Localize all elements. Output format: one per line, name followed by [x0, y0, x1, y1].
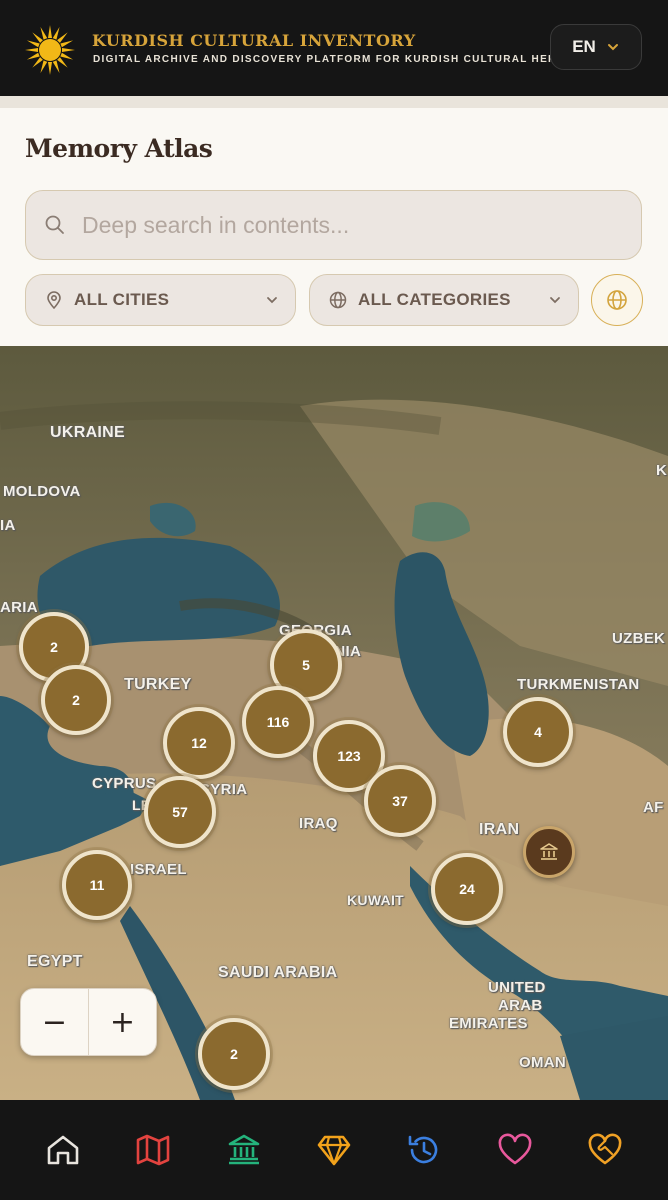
nav-home[interactable]: [37, 1124, 89, 1176]
sun-logo-icon[interactable]: [24, 24, 76, 76]
globe-icon: [329, 291, 347, 309]
chevron-down-icon: [267, 297, 277, 304]
country-label: ARIA: [0, 599, 38, 616]
nav-treasures[interactable]: [308, 1124, 360, 1176]
country-label: UKRAINE: [50, 424, 125, 441]
country-label: MOLDOVA: [3, 483, 81, 500]
country-label: EMIRATES: [449, 1015, 528, 1032]
country-label: EGYPT: [27, 953, 83, 970]
language-label: EN: [572, 37, 596, 56]
heritage-site-marker[interactable]: [523, 826, 575, 878]
country-label: IA: [0, 517, 16, 534]
header-divider: [0, 96, 668, 108]
map-cluster[interactable]: 11: [62, 850, 132, 920]
map-cluster[interactable]: 2: [198, 1018, 270, 1090]
nav-history[interactable]: [398, 1124, 450, 1176]
language-selector[interactable]: EN: [550, 24, 642, 70]
history-icon: [408, 1135, 438, 1164]
zoom-control: − +: [20, 988, 157, 1056]
nav-favorites[interactable]: [489, 1124, 541, 1176]
museum-icon: [228, 1134, 260, 1165]
country-label: OMAN: [519, 1054, 567, 1071]
search-input[interactable]: [82, 211, 622, 239]
map-cluster[interactable]: 24: [431, 853, 503, 925]
country-label: IRAQ: [299, 815, 338, 832]
nav-support[interactable]: [579, 1124, 631, 1176]
country-label: KUWAIT: [347, 892, 405, 908]
zoom-out-button[interactable]: −: [21, 989, 88, 1055]
country-label: K: [656, 462, 668, 479]
chevron-down-icon: [550, 297, 560, 304]
nav-museum[interactable]: [218, 1124, 270, 1176]
category-filter-label: ALL CATEGORIES: [358, 290, 511, 309]
globe-view-button[interactable]: [591, 274, 643, 326]
home-icon: [47, 1135, 79, 1165]
app-header: KURDISH CULTURAL INVENTORY DIGITAL ARCHI…: [0, 0, 668, 96]
nav-map[interactable]: [127, 1124, 179, 1176]
country-label: IRAN: [479, 821, 520, 838]
map-cluster[interactable]: 37: [364, 765, 436, 837]
brand-title: KURDISH CULTURAL INVENTORY: [92, 31, 416, 50]
page-title: Memory Atlas: [25, 134, 213, 163]
map-cluster[interactable]: 2: [41, 665, 111, 735]
country-label: CYPRUS: [92, 775, 157, 792]
chevron-down-icon: [607, 44, 618, 51]
country-label: UZBEK: [612, 630, 666, 647]
country-label: SAUDI ARABIA: [218, 964, 338, 981]
map-cluster[interactable]: 12: [163, 707, 235, 779]
zoom-in-button[interactable]: +: [88, 989, 156, 1055]
search-icon: [45, 215, 64, 234]
country-label: ISRAEL: [130, 861, 187, 878]
city-filter-label: ALL CITIES: [74, 290, 170, 309]
heart-handshake-icon: [588, 1133, 622, 1165]
map-cluster[interactable]: 57: [144, 776, 216, 848]
map-pin-icon: [47, 291, 61, 310]
map-icon: [137, 1134, 170, 1166]
country-label: TURKEY: [124, 676, 192, 693]
globe-icon: [607, 290, 627, 310]
heart-icon: [498, 1133, 531, 1165]
country-label: AF: [643, 799, 664, 816]
country-label: TURKMENISTAN: [517, 676, 640, 693]
satellite-map[interactable]: UKRAINE MOLDOVA IA ARIA GEORGIA ARMENIA …: [0, 346, 668, 1100]
country-label: ARAB: [498, 997, 543, 1014]
gem-icon: [317, 1135, 351, 1166]
bottom-nav: [0, 1100, 668, 1200]
map-cluster[interactable]: 116: [242, 686, 314, 758]
country-label: UNITED: [488, 979, 546, 996]
museum-icon: [540, 843, 558, 860]
brand-subtitle: DIGITAL ARCHIVE AND DISCOVERY PLATFORM F…: [93, 54, 593, 65]
category-filter-select[interactable]: ALL CATEGORIES: [309, 274, 579, 326]
search-box[interactable]: [25, 190, 642, 260]
city-filter-select[interactable]: ALL CITIES: [25, 274, 296, 326]
map-cluster[interactable]: 4: [503, 697, 573, 767]
